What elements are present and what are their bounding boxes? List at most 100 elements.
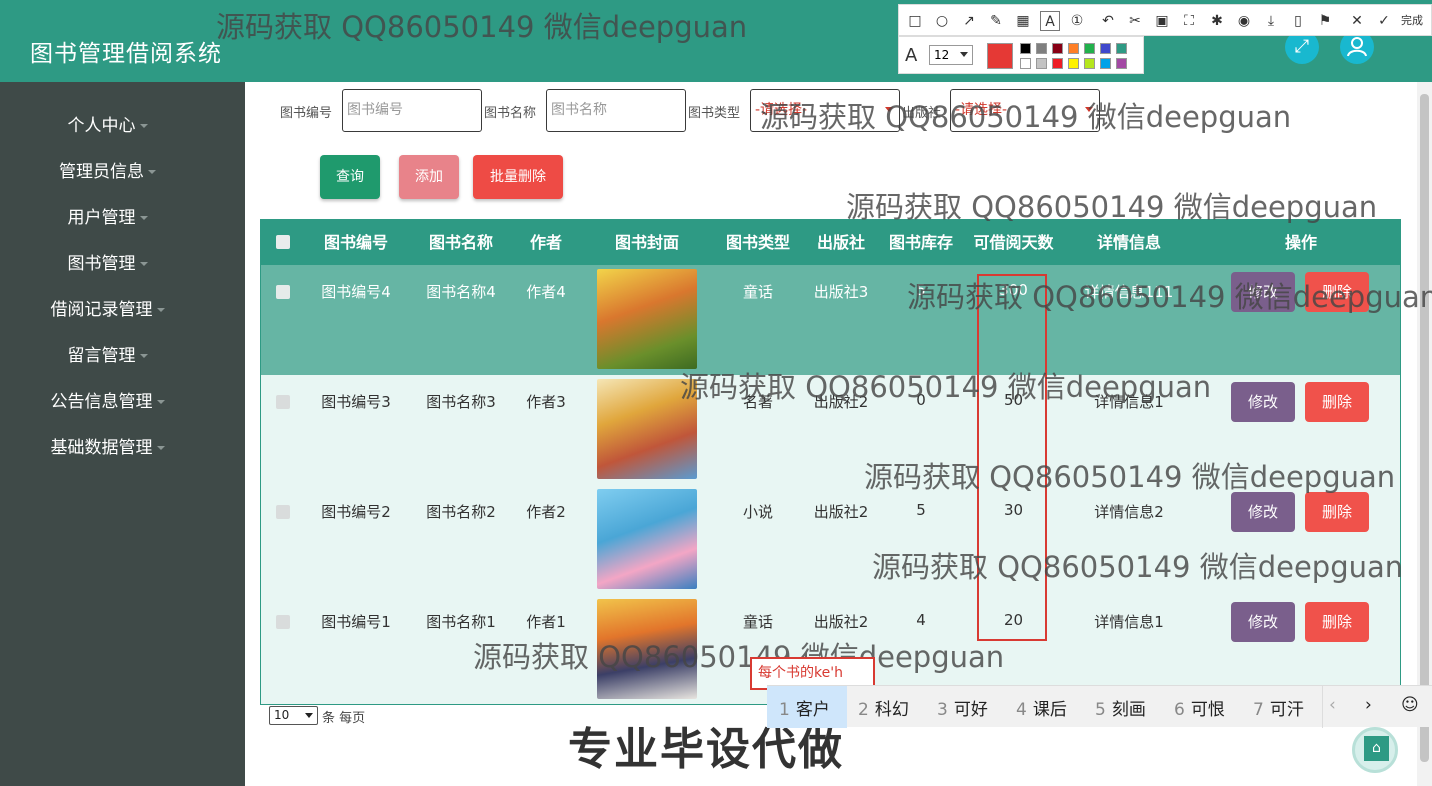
vertical-scrollbar[interactable]	[1417, 82, 1432, 786]
cell-book-no: 图书编号4	[321, 283, 391, 301]
text-tool-icon[interactable]: A	[1040, 11, 1060, 31]
ellipse-tool-icon[interactable]: ○	[932, 11, 952, 31]
edit-button[interactable]: 修改	[1231, 382, 1295, 422]
phone-icon[interactable]: ▯	[1288, 11, 1308, 31]
current-color-swatch[interactable]	[987, 43, 1013, 69]
expand-icon[interactable]: ⛶	[1179, 11, 1199, 31]
color-swatch[interactable]	[1036, 58, 1047, 69]
ime-candidate[interactable]: 5 刻画	[1095, 695, 1146, 720]
per-page-label: 条 每页	[322, 711, 366, 726]
mosaic-tool-icon[interactable]: ▦	[1013, 11, 1033, 31]
ocr-icon[interactable]: ▣	[1152, 11, 1172, 31]
delete-button[interactable]: 删除	[1305, 492, 1369, 532]
app-title: 图书管理借阅系统	[30, 41, 222, 67]
pin-icon[interactable]: ✱	[1207, 11, 1227, 31]
color-swatch[interactable]	[1100, 58, 1111, 69]
ime-candidate[interactable]: 4 课后	[1016, 695, 1067, 720]
edit-button[interactable]: 修改	[1231, 602, 1295, 642]
watermark: 源码获取 QQ86050149 微信deepguan	[760, 100, 1292, 134]
row-checkbox[interactable]	[276, 285, 290, 299]
color-swatch[interactable]	[1084, 43, 1095, 54]
chevron-left-icon[interactable]: ‹	[1329, 695, 1336, 715]
cell-publisher: 出版社3	[813, 283, 869, 301]
color-swatch[interactable]	[1052, 58, 1063, 69]
ime-candidate[interactable]: 7 可汗	[1253, 695, 1304, 720]
ime-candidate[interactable]: 6 可恨	[1174, 695, 1225, 720]
color-swatch[interactable]	[1068, 58, 1079, 69]
delete-button[interactable]: 删除	[1305, 602, 1369, 642]
cell-stock: 4	[916, 611, 926, 629]
book-name-input[interactable]: 图书名称	[546, 89, 686, 132]
ime-candidate[interactable]: 1 客户	[779, 695, 830, 720]
sidebar-item-label: 公告信息管理	[50, 392, 153, 412]
sidebar-item-admin[interactable]: 管理员信息	[0, 157, 215, 187]
scrollbar-thumb[interactable]	[1420, 94, 1429, 762]
delete-button[interactable]: 删除	[1305, 382, 1369, 422]
watermark: 源码获取 QQ86050149 微信deepguan	[216, 10, 748, 44]
emoji-icon[interactable]: ☺	[1401, 695, 1419, 715]
sidebar-item-users[interactable]: 用户管理	[0, 203, 215, 233]
cell-book-name: 图书名称2	[426, 503, 496, 521]
done-button[interactable]: 完成	[1395, 11, 1429, 31]
edit-button[interactable]: 修改	[1231, 492, 1295, 532]
sidebar-item-label: 管理员信息	[59, 162, 144, 182]
download-icon[interactable]: ⤓	[1261, 11, 1281, 31]
col-author: 作者	[529, 233, 562, 252]
cell-book-no: 图书编号1	[321, 613, 391, 631]
sidebar-item-messages[interactable]: 留言管理	[0, 341, 215, 371]
col-detail: 详情信息	[1096, 233, 1161, 252]
book-no-label: 图书编号	[280, 106, 333, 121]
color-swatch[interactable]	[1020, 58, 1031, 69]
sidebar-item-notices[interactable]: 公告信息管理	[0, 387, 215, 417]
cut-icon[interactable]: ✂	[1125, 11, 1145, 31]
sidebar-item-basedata[interactable]: 基础数据管理	[0, 433, 215, 463]
sidebar-item-borrow[interactable]: 借阅记录管理	[0, 295, 215, 325]
col-days: 可借阅天数	[973, 233, 1054, 252]
rectangle-tool-icon[interactable]: □	[905, 11, 925, 31]
cell-detail: 详情信息2	[1094, 503, 1164, 521]
add-button[interactable]: 添加	[399, 155, 459, 199]
sidebar-item-books[interactable]: 图书管理	[0, 249, 215, 279]
col-book-no: 图书编号	[323, 233, 388, 252]
color-swatch[interactable]	[1052, 43, 1063, 54]
pen-tool-icon[interactable]: ✎	[986, 11, 1006, 31]
color-swatch[interactable]	[1068, 43, 1079, 54]
color-swatch[interactable]	[1020, 43, 1031, 54]
chevron-down-icon	[139, 124, 148, 128]
cell-author: 作者1	[526, 613, 566, 631]
batch-delete-button[interactable]: 批量删除	[473, 155, 563, 199]
number-tool-icon[interactable]: ①	[1067, 11, 1087, 31]
cell-author: 作者4	[526, 283, 566, 301]
annotation-style-bar: A 12	[898, 36, 1144, 74]
select-all-checkbox[interactable]	[276, 235, 290, 249]
chevron-down-icon	[148, 170, 156, 174]
record-icon[interactable]: ◉	[1234, 11, 1254, 31]
bookmark-icon[interactable]: ⚑	[1315, 11, 1335, 31]
row-checkbox[interactable]	[276, 505, 290, 519]
undo-icon[interactable]: ↶	[1098, 11, 1118, 31]
check-icon[interactable]: ✓	[1374, 11, 1394, 31]
font-size-value: 12	[934, 48, 950, 62]
color-swatch[interactable]	[1100, 43, 1111, 54]
sidebar-item-label: 个人中心	[67, 116, 136, 136]
font-size-select[interactable]: 12	[929, 45, 973, 65]
book-no-input[interactable]: 图书编号	[342, 89, 482, 132]
back-to-top-button[interactable]: ⌂	[1352, 727, 1398, 773]
sidebar-item-profile[interactable]: 个人中心	[0, 111, 215, 141]
row-checkbox[interactable]	[276, 395, 290, 409]
arrow-tool-icon[interactable]: ↗	[959, 11, 979, 31]
watermark: 源码获取 QQ86050149 微信deepguan	[680, 370, 1212, 404]
page-size-select[interactable]: 10	[269, 706, 318, 725]
close-icon[interactable]: ✕	[1347, 11, 1367, 31]
color-swatch[interactable]	[1116, 58, 1127, 69]
chevron-right-icon[interactable]: ›	[1365, 695, 1372, 715]
ime-candidate[interactable]: 3 可好	[937, 695, 988, 720]
color-swatch[interactable]	[1036, 43, 1047, 54]
col-book-name: 图书名称	[428, 233, 493, 252]
color-swatch[interactable]	[1084, 58, 1095, 69]
color-swatch[interactable]	[1116, 43, 1127, 54]
row-checkbox[interactable]	[276, 615, 290, 629]
ime-candidate[interactable]: 2 科幻	[858, 695, 909, 720]
query-button[interactable]: 查询	[320, 155, 380, 199]
watermark: 源码获取 QQ86050149 微信deepguan	[907, 280, 1432, 314]
